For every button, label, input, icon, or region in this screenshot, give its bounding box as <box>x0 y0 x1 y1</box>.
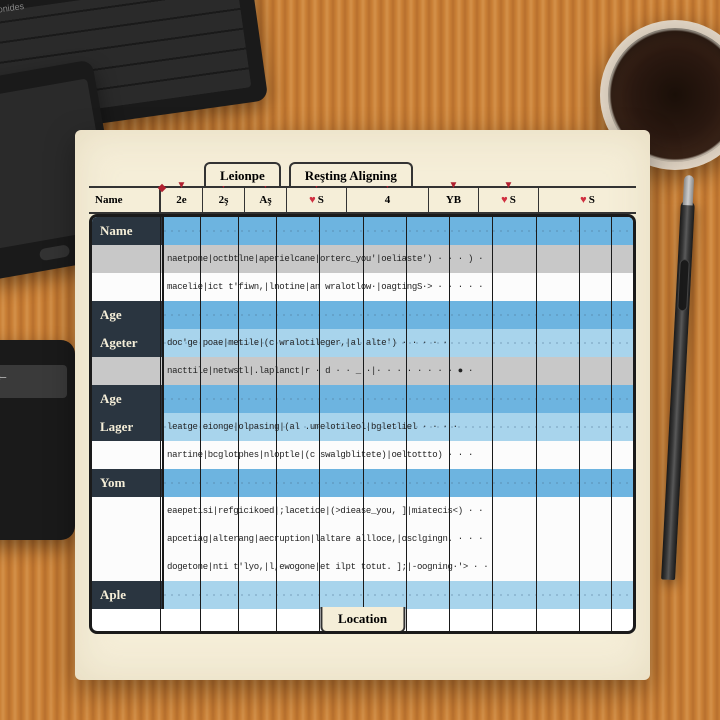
column-guide <box>492 217 493 631</box>
row-label <box>92 553 164 581</box>
row-label: Age <box>92 385 164 413</box>
row-label <box>92 357 164 385</box>
row-label: Aple <box>92 581 164 609</box>
header-c8: S <box>539 188 636 212</box>
row-label: Lager <box>92 413 164 441</box>
column-guide <box>363 217 364 631</box>
header-name: Name <box>89 188 161 212</box>
row-data: eaepetisi|refgicikoed|;lacetice|(>diease… <box>164 497 633 525</box>
row-label: Ageter <box>92 329 164 357</box>
column-guide <box>449 217 450 631</box>
paper-sheet: Leionpe Reşting Aligning Name 2e 2ş Aş S… <box>75 130 650 680</box>
phone-device <box>0 340 75 540</box>
data-table: Namenaetpone|octbtlne|aperielcane|orterc… <box>89 214 636 634</box>
location-tab[interactable]: Location <box>320 607 405 633</box>
tab-left[interactable]: Leionpe <box>204 162 281 186</box>
header-c2: 2ş <box>203 188 245 212</box>
row-label <box>92 525 164 553</box>
tab-right[interactable]: Reşting Aligning <box>289 162 413 186</box>
row-label <box>92 497 164 525</box>
column-guide <box>536 217 537 631</box>
row-data: macelie|ict t'fiwn,|lnotine|an wralotlow… <box>164 273 633 301</box>
column-guide <box>160 217 161 631</box>
column-guide <box>319 217 320 631</box>
top-tab-row: Leionpe Reşting Aligning <box>89 148 636 186</box>
column-guide <box>276 217 277 631</box>
column-guide <box>611 217 612 631</box>
row-data: naetpone|octbtlne|aperielcane|orterc_you… <box>164 245 633 273</box>
row-data: nacttile|netwstl|.laplanct|r · d · · _ ·… <box>164 357 633 385</box>
column-guide <box>200 217 201 631</box>
header-c5: 4 <box>347 188 429 212</box>
row-data: dogetone|nti t'lyo,|l,ewogone|et ilpt to… <box>164 553 633 581</box>
header-row: Name 2e 2ş Aş S 4 YB S S <box>89 186 636 214</box>
row-label <box>92 245 164 273</box>
row-label: Age <box>92 301 164 329</box>
row-label: Name <box>92 217 164 245</box>
header-c4: S <box>287 188 347 212</box>
column-guide <box>579 217 580 631</box>
header-c1: 2e <box>161 188 203 212</box>
column-guide <box>406 217 407 631</box>
row-data: nartine|bcglotphes|nloptle|(c swalgblite… <box>164 441 633 469</box>
header-c3: Aş <box>245 188 287 212</box>
row-data: apcetiag|alterang|aecruption|laltare all… <box>164 525 633 553</box>
row-label <box>92 273 164 301</box>
column-guide <box>238 217 239 631</box>
row-label: Yom <box>92 469 164 497</box>
header-c7: S <box>479 188 539 212</box>
header-c6: YB <box>429 188 479 212</box>
row-label <box>92 441 164 469</box>
